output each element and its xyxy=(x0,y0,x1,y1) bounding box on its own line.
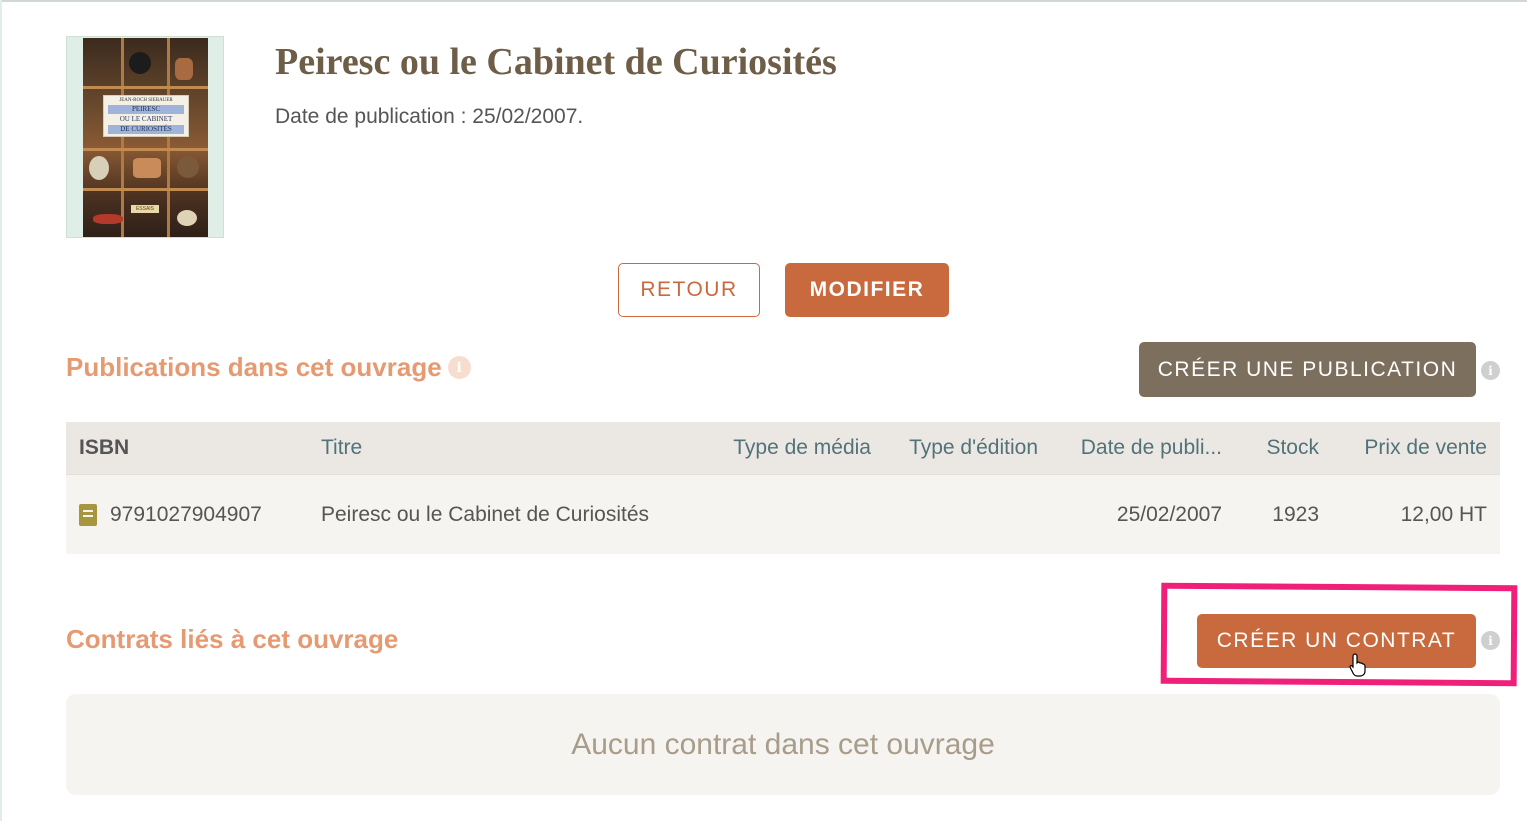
publications-section-title: Publications dans cet ouvrage i xyxy=(66,352,471,383)
date-cell: 25/02/2007 xyxy=(1116,502,1222,526)
column-header-prix[interactable]: Prix de vente xyxy=(1364,422,1487,474)
hand-cursor-icon xyxy=(1349,653,1366,677)
column-header-date[interactable]: Date de publi... xyxy=(1081,422,1222,474)
table-row[interactable]: 9791027904907 Peiresc ou le Cabinet de C… xyxy=(66,474,1500,554)
cover-collection: ESSAIS xyxy=(131,205,159,213)
book-icon xyxy=(79,503,97,526)
column-header-stock[interactable]: Stock xyxy=(1266,422,1319,474)
column-header-type-edition[interactable]: Type d'édition xyxy=(909,422,1038,474)
publications-table: ISBN Titre Type de média Type d'édition … xyxy=(66,422,1500,554)
book-cover: JEAN-ROCH SIEBAUER PEIRESC OU LE CABINET… xyxy=(66,36,224,238)
info-icon[interactable]: i xyxy=(1481,361,1500,380)
highlight-box xyxy=(1160,582,1518,687)
column-header-isbn[interactable]: ISBN xyxy=(79,422,129,474)
cover-illustration: JEAN-ROCH SIEBAUER PEIRESC OU LE CABINET… xyxy=(83,38,208,237)
column-header-titre[interactable]: Titre xyxy=(321,422,362,474)
create-publication-button[interactable]: CRÉER UNE PUBLICATION xyxy=(1139,342,1476,397)
publications-title-text: Publications dans cet ouvrage xyxy=(66,352,442,382)
column-header-type-media[interactable]: Type de média xyxy=(733,422,871,474)
cover-title-label: JEAN-ROCH SIEBAUER PEIRESC OU LE CABINET… xyxy=(103,95,189,137)
table-header: ISBN Titre Type de média Type d'édition … xyxy=(66,422,1500,474)
left-rule xyxy=(0,0,2,821)
empty-contracts-message: Aucun contrat dans cet ouvrage xyxy=(66,694,1500,795)
edit-button[interactable]: MODIFIER xyxy=(785,263,949,317)
contracts-section-title: Contrats liés à cet ouvrage xyxy=(66,624,399,654)
stock-cell: 1923 xyxy=(1272,502,1319,526)
top-rule xyxy=(0,0,1527,2)
isbn-cell: 9791027904907 xyxy=(79,475,262,554)
back-button[interactable]: RETOUR xyxy=(618,263,760,317)
title-cell: Peiresc ou le Cabinet de Curiosités xyxy=(321,502,650,526)
info-icon[interactable]: i xyxy=(447,356,471,379)
publication-date: Date de publication : 25/02/2007. xyxy=(275,105,584,128)
price-cell: 12,00 HT xyxy=(1400,502,1487,526)
page-title: Peiresc ou le Cabinet de Curiosités xyxy=(275,41,837,83)
isbn-value: 9791027904907 xyxy=(110,502,262,526)
